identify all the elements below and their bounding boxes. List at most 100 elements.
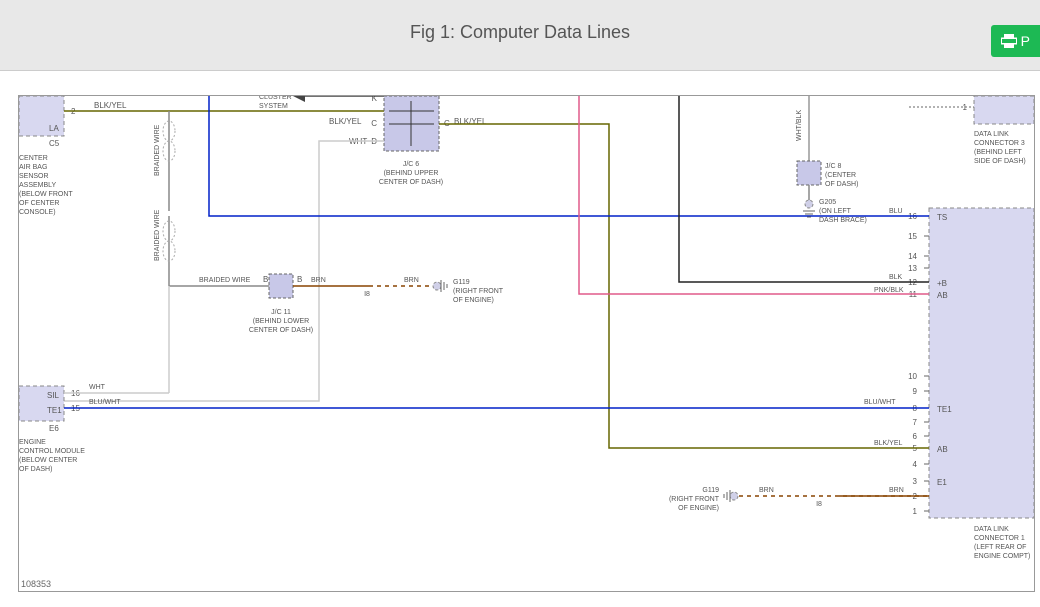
jc6-pin-k: K: [372, 96, 378, 103]
g205-loc-2: DASH BRACE): [819, 217, 867, 224]
dlc3-name-1: DATA LINK: [974, 131, 1009, 138]
dlc1-loc-2: ENGINE COMPT): [974, 553, 1030, 560]
ecm-loc-1: (BELOW CENTER: [19, 457, 77, 464]
wire-blkyel-1: BLK/YEL: [94, 101, 127, 110]
g119b-conn: I8: [816, 501, 822, 508]
diagram-id: 108353: [21, 579, 51, 589]
ecm-te1: TE1: [47, 406, 62, 415]
figure-title: Fig 1: Computer Data Lines: [410, 22, 630, 43]
g119b-name: G119: [702, 487, 719, 494]
dlc1-ab: AB: [937, 291, 948, 300]
airbag-loc-1: (BELOW FRONT: [19, 191, 73, 198]
wire-blk-lbl: BLK: [889, 274, 903, 281]
jc11-loc-1: (BEHIND LOWER: [253, 318, 309, 325]
wire-blkyel-lbl-4: BLK/YEL: [874, 440, 903, 447]
g119b-loc-2: OF ENGINE): [678, 505, 719, 512]
airbag-loc-2: OF CENTER: [19, 200, 59, 207]
g205-loc-1: (ON LEFT: [819, 208, 852, 215]
title-bar: Fig 1: Computer Data Lines P: [0, 0, 1040, 71]
print-label: P: [1021, 33, 1030, 49]
jc6-pin-c-l: C: [371, 119, 377, 128]
dlc3-loc-1: (BEHIND LEFT: [974, 149, 1023, 156]
airbag-loc-3: CONSOLE): [19, 209, 56, 216]
wire-bluwht-lbl-1: BLU/WHT: [89, 399, 121, 406]
svg-text:15: 15: [908, 232, 917, 241]
wire-wht-d: [64, 141, 384, 401]
braided-h-lbl: BRAIDED WIRE: [199, 277, 251, 284]
svg-text:10: 10: [908, 372, 917, 381]
airbag-conn: C5: [49, 139, 60, 148]
airbag-name-3: SENSOR: [19, 173, 49, 180]
dlc1-plusb: +B: [937, 279, 947, 288]
wire-bluwht-lbl-2: BLU/WHT: [864, 399, 896, 406]
g205-name: G205: [819, 199, 836, 206]
airbag-signal: LA: [49, 124, 59, 133]
wire-brn-lbl-3: BRN: [889, 487, 904, 494]
dlc3-name-2: CONNECTOR 3: [974, 140, 1025, 147]
svg-text:14: 14: [908, 252, 917, 261]
airbag-name-2: AIR BAG: [19, 164, 47, 171]
dlc1-pins: 16 15 14 13 12 11 10 9 8 7 6 5 4 3 2 1: [908, 212, 929, 516]
svg-text:7: 7: [913, 418, 918, 427]
airbag-name-4: ASSEMBLY: [19, 182, 57, 189]
g119a-node: [433, 282, 441, 290]
jc8-box: [797, 161, 821, 185]
jc8-loc-1: (CENTER: [825, 172, 856, 179]
wire-blk-line: [679, 96, 909, 282]
wire-blkyel-2: BLK/YEL: [329, 117, 362, 126]
wire-pnkblk: [579, 96, 909, 294]
jc6-name: J/C 6: [403, 161, 419, 168]
svg-text:3: 3: [913, 477, 918, 486]
svg-text:13: 13: [908, 264, 917, 273]
jc6-loc-1: (BEHIND UPPER: [384, 170, 439, 177]
svg-text:6: 6: [913, 432, 918, 441]
wire-whtblk-lbl: WHT/BLK: [796, 110, 803, 141]
print-button[interactable]: P: [991, 25, 1040, 57]
dlc1-ts: TS: [937, 213, 947, 222]
cluster-label-2: SYSTEM: [259, 103, 288, 110]
g119b-node: [730, 492, 738, 500]
svg-text:1: 1: [913, 507, 918, 516]
g119a-conn: I8: [364, 291, 370, 298]
wire-pnkblk-lbl: PNK/BLK: [874, 287, 904, 294]
cluster-label-1: CLUSTER: [259, 96, 292, 101]
jc8-name: J/C 8: [825, 163, 841, 170]
ecm-loc-2: OF DASH): [19, 466, 52, 473]
jc11-name: J/C 11: [271, 309, 291, 316]
jc11-box: [269, 274, 293, 298]
svg-text:BRAIDED WIRE: BRAIDED WIRE: [154, 209, 161, 261]
wire-blu-lbl: BLU: [889, 208, 903, 215]
dlc1-box: [929, 208, 1034, 518]
dlc1-e1: E1: [937, 478, 947, 487]
jc6-loc-2: CENTER OF DASH): [379, 179, 443, 186]
jc8-loc-2: OF DASH): [825, 181, 858, 188]
jc11-loc-2: CENTER OF DASH): [249, 327, 313, 334]
wire-brn-lbl-1: BRN: [311, 277, 326, 284]
dlc1-loc-1: (LEFT REAR OF: [974, 544, 1026, 551]
dlc3-loc-2: SIDE OF DASH): [974, 158, 1026, 165]
braided-wire-lower: BRAIDED WIRE: [154, 209, 175, 286]
g119a-loc-2: OF ENGINE): [453, 297, 494, 304]
printer-icon: [1001, 34, 1017, 48]
g119b-loc-1: (RIGHT FRONT: [669, 496, 720, 503]
jc11-pin-b-l: B: [263, 275, 268, 284]
jc11-pin-b-r: B: [297, 275, 302, 284]
ecm-name-2: CONTROL MODULE: [19, 448, 85, 455]
wiring-diagram: LA 2 C5 CENTER AIR BAG SENSOR ASSEMBLY (…: [18, 95, 1035, 592]
dlc1-te1: TE1: [937, 405, 952, 414]
g205-node: [805, 200, 813, 208]
braided-wire-upper: BRAIDED WIRE: [154, 111, 175, 211]
wire-brn-lbl-2: BRN: [404, 277, 419, 284]
dlc3-box: [974, 96, 1034, 124]
g119a-name: G119: [453, 279, 470, 286]
dlc1-name-1: DATA LINK: [974, 526, 1009, 533]
wire-blue-long: [209, 96, 909, 216]
dlc1-ab2: AB: [937, 445, 948, 454]
dlc1-name-2: CONNECTOR 1: [974, 535, 1025, 542]
svg-text:BRAIDED WIRE: BRAIDED WIRE: [154, 124, 161, 176]
ecm-conn: E6: [49, 424, 59, 433]
wire-brn-lbl-4: BRN: [759, 487, 774, 494]
wire-wht-lbl: WHT: [89, 384, 106, 391]
airbag-name-1: CENTER: [19, 155, 48, 162]
ecm-name-1: ENGINE: [19, 439, 46, 446]
